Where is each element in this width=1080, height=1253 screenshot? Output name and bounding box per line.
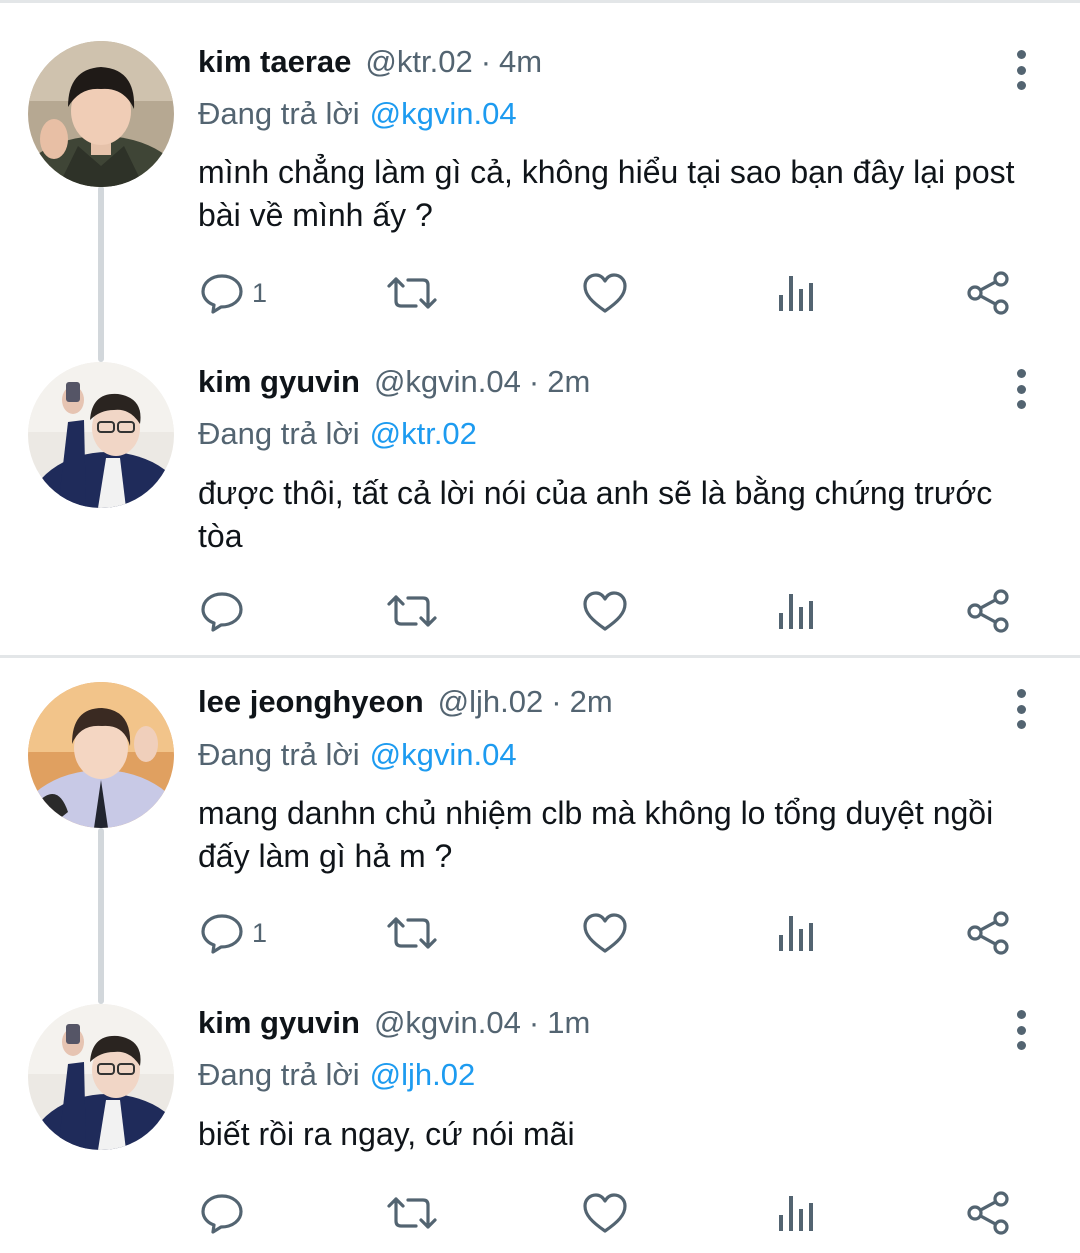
like-icon <box>582 1192 628 1234</box>
more-options-icon[interactable] <box>1008 1010 1034 1050</box>
tweet[interactable]: kim gyuvin @kgvin.04 · 1m Đang trả lời @l… <box>0 0 1080 1253</box>
reply-prefix: Đang trả lời <box>198 1057 360 1092</box>
tweet-text: biết rồi ra ngay, cứ nói mãi <box>198 1116 575 1152</box>
avatar[interactable] <box>28 1004 174 1150</box>
retweet-button[interactable] <box>386 1188 438 1238</box>
reply-context: Đang trả lời @ljh.02 <box>198 1057 475 1093</box>
retweet-icon <box>386 1191 438 1235</box>
reply-icon <box>200 1191 244 1235</box>
share-icon <box>966 1191 1012 1235</box>
share-button[interactable] <box>966 1188 1012 1238</box>
display-name[interactable]: kim gyuvin <box>198 1005 360 1041</box>
mention-link[interactable]: @ljh.02 <box>370 1057 476 1092</box>
like-button[interactable] <box>582 1188 628 1238</box>
analytics-icon <box>776 1193 816 1233</box>
separator: · <box>528 1005 540 1040</box>
analytics-button[interactable] <box>776 1188 816 1238</box>
tweet-header: kim gyuvin @kgvin.04 · 1m <box>198 1005 590 1055</box>
user-handle[interactable]: @kgvin.04 <box>374 1005 521 1041</box>
action-bar <box>0 1188 1080 1238</box>
reply-button[interactable] <box>200 1188 252 1238</box>
timestamp[interactable]: 1m <box>547 1005 590 1041</box>
